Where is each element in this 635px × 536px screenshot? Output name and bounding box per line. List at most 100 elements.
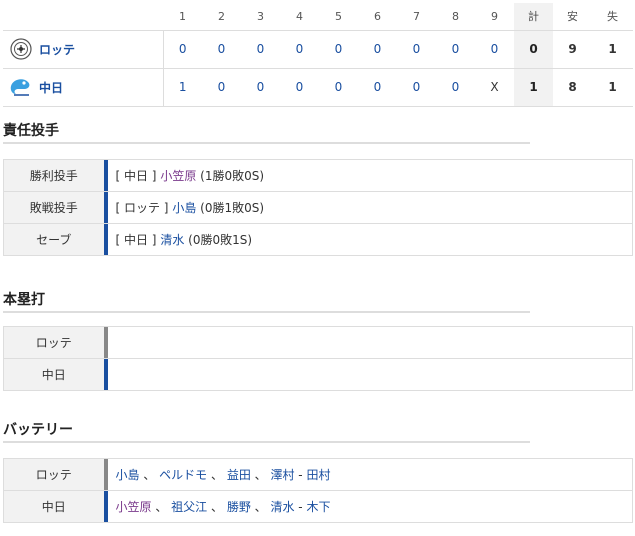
homerun-table: ロッテ 中日	[3, 326, 633, 391]
inning-score[interactable]: 0	[163, 30, 202, 69]
inning-header: 7	[397, 3, 436, 31]
team-tag: [ 中日 ]	[115, 233, 157, 247]
row-value: 小笠原 、 祖父江 、 勝野 、 清水 - 木下	[107, 490, 633, 523]
separator: 、	[139, 468, 160, 482]
separator: 、	[250, 468, 271, 482]
inning-score[interactable]: 0	[241, 30, 280, 69]
inning-score[interactable]: 0	[202, 68, 241, 107]
total-runs: 0	[514, 30, 553, 69]
inning-header: 8	[436, 3, 475, 31]
team-row-chunichi: 中日 1 0 0 0 0 0 0 0 X 1 8 1	[3, 68, 633, 107]
scoreboard-header-row: 1 2 3 4 5 6 7 8 9 計 安 失	[3, 3, 633, 31]
errors-header: 失	[592, 3, 633, 31]
total-errors: 1	[592, 68, 633, 107]
homerun-section-header: 本塁打	[3, 285, 530, 313]
pitchers-section-header: 責任投手	[3, 116, 530, 144]
separator: 、	[151, 500, 172, 514]
pitcher-row-loss: 敗戦投手 [ ロッテ ] 小島 (0勝1敗0S)	[3, 191, 633, 224]
inning-header: 4	[280, 3, 319, 31]
separator: 、	[207, 500, 227, 514]
pitcher-record: (1勝0敗0S)	[200, 169, 265, 183]
inning-score[interactable]: 0	[202, 30, 241, 69]
pitchers-table: 勝利投手 [ 中日 ] 小笠原 (1勝0敗0S) 敗戦投手 [ ロッテ ] 小島…	[3, 159, 633, 256]
row-label: 中日	[3, 490, 104, 523]
inning-score[interactable]: 0	[436, 30, 475, 69]
inning-header: 5	[319, 3, 358, 31]
team-name-chunichi[interactable]: 中日	[39, 79, 63, 96]
pitcher-link[interactable]: 小笠原	[160, 169, 196, 183]
inning-score[interactable]: 0	[358, 30, 397, 69]
team-cell-chunichi[interactable]: 中日	[3, 68, 164, 107]
team-tag: [ 中日 ]	[115, 169, 157, 183]
inning-header: 2	[202, 3, 241, 31]
total-hits: 8	[553, 68, 592, 107]
inning-score[interactable]: 0	[475, 30, 514, 69]
section-title: バッテリー	[3, 422, 73, 438]
battery-section-header: バッテリー	[3, 415, 530, 443]
inning-score[interactable]: 0	[319, 68, 358, 107]
inning-score[interactable]: 1	[163, 68, 202, 107]
player-link[interactable]: 田村	[306, 468, 330, 482]
row-value: [ 中日 ] 清水 (0勝0敗1S)	[107, 223, 633, 256]
inning-score[interactable]: 0	[319, 30, 358, 69]
inning-header: 6	[358, 3, 397, 31]
battery-row-chunichi: 中日 小笠原 、 祖父江 、 勝野 、 清水 - 木下	[3, 490, 633, 523]
inning-score[interactable]: 0	[358, 68, 397, 107]
row-value: [ 中日 ] 小笠原 (1勝0敗0S)	[107, 159, 633, 192]
row-label: ロッテ	[3, 326, 104, 359]
battery-table: ロッテ 小島 、 ペルドモ 、 益田 、 澤村 - 田村 中日 小笠原 、 祖父…	[3, 458, 633, 523]
player-link[interactable]: 澤村	[270, 468, 294, 482]
inning-score: X	[475, 68, 514, 107]
homerun-row-chunichi: 中日	[3, 358, 633, 391]
inning-score[interactable]: 0	[397, 30, 436, 69]
total-errors: 1	[592, 30, 633, 69]
player-link[interactable]: 益田	[227, 468, 251, 482]
lotte-logo-icon	[9, 38, 33, 60]
team-row-lotte: ロッテ 0 0 0 0 0 0 0 0 0 0 9 1	[3, 30, 633, 69]
separator: -	[294, 500, 307, 514]
pitcher-record: (0勝0敗1S)	[188, 233, 253, 247]
total-runs: 1	[514, 68, 553, 107]
player-link[interactable]: 勝野	[227, 500, 251, 514]
player-link[interactable]: 木下	[306, 500, 330, 514]
player-link[interactable]: ペルドモ	[159, 468, 207, 482]
pitcher-record: (0勝1敗0S)	[200, 201, 265, 215]
inning-header: 1	[163, 3, 202, 31]
scoreboard-corner	[3, 3, 163, 31]
scoreboard: 1 2 3 4 5 6 7 8 9 計 安 失 ロッテ 0 0 0 0 0 0 …	[3, 3, 633, 107]
section-title: 本塁打	[3, 292, 45, 308]
hits-header: 安	[553, 3, 592, 31]
team-cell-lotte[interactable]: ロッテ	[3, 30, 164, 69]
row-label: 敗戦投手	[3, 191, 104, 224]
player-link[interactable]: 祖父江	[171, 500, 207, 514]
row-value	[107, 358, 633, 391]
pitcher-link[interactable]: 小島	[172, 201, 196, 215]
inning-score[interactable]: 0	[397, 68, 436, 107]
inning-header: 9	[475, 3, 514, 31]
row-label: 勝利投手	[3, 159, 104, 192]
separator: -	[294, 468, 307, 482]
inning-score[interactable]: 0	[280, 68, 319, 107]
pitcher-row-win: 勝利投手 [ 中日 ] 小笠原 (1勝0敗0S)	[3, 159, 633, 192]
player-link[interactable]: 清水	[270, 500, 294, 514]
inning-score[interactable]: 0	[280, 30, 319, 69]
homerun-row-lotte: ロッテ	[3, 326, 633, 359]
team-name-lotte[interactable]: ロッテ	[39, 41, 75, 58]
battery-row-lotte: ロッテ 小島 、 ペルドモ 、 益田 、 澤村 - 田村	[3, 458, 633, 491]
team-tag: [ ロッテ ]	[115, 201, 169, 215]
separator: 、	[207, 468, 227, 482]
section-title: 責任投手	[3, 123, 59, 139]
runs-header: 計	[514, 3, 553, 31]
inning-score[interactable]: 0	[436, 68, 475, 107]
pitcher-link[interactable]: 清水	[160, 233, 184, 247]
row-value: 小島 、 ペルドモ 、 益田 、 澤村 - 田村	[107, 458, 633, 491]
pitcher-row-save: セーブ [ 中日 ] 清水 (0勝0敗1S)	[3, 223, 633, 256]
row-value: [ ロッテ ] 小島 (0勝1敗0S)	[107, 191, 633, 224]
player-link[interactable]: 小笠原	[116, 500, 152, 514]
row-label: ロッテ	[3, 458, 104, 491]
player-link[interactable]: 小島	[116, 468, 140, 482]
row-label: セーブ	[3, 223, 104, 256]
inning-header: 3	[241, 3, 280, 31]
row-value	[107, 326, 633, 359]
inning-score[interactable]: 0	[241, 68, 280, 107]
